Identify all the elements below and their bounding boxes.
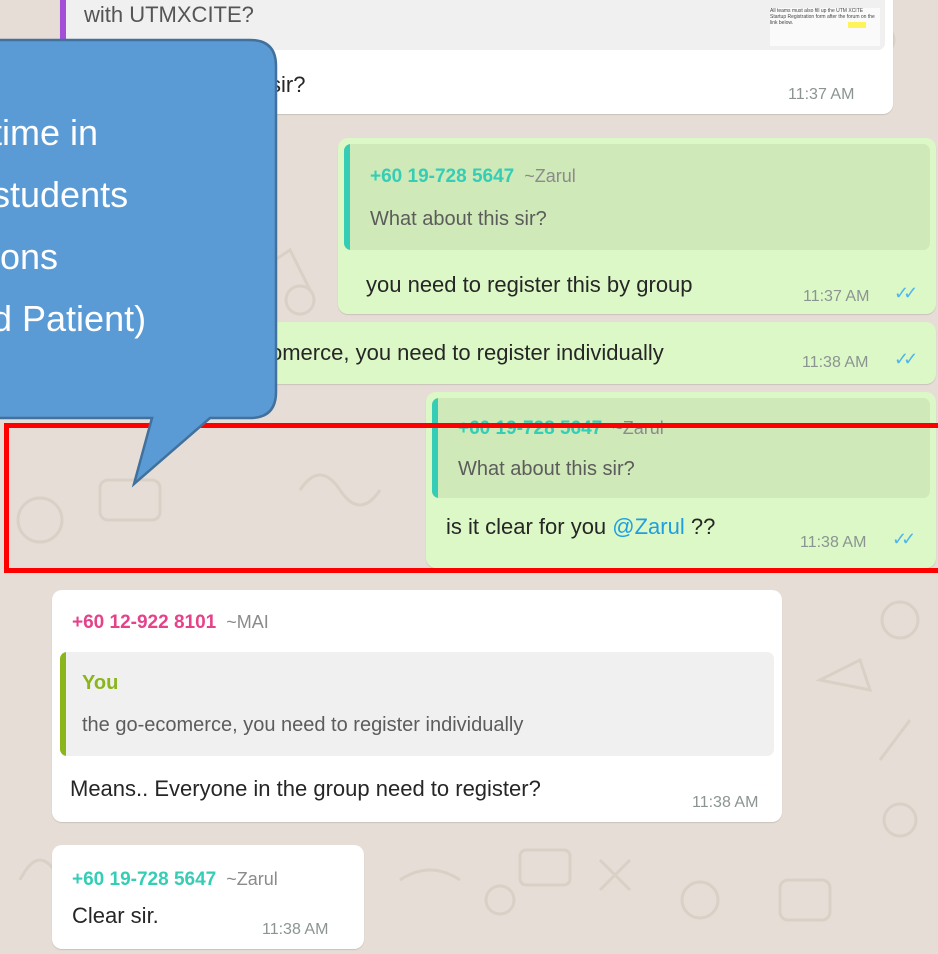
sender-line: +60 19-728 5647 ~Zarul <box>72 869 278 891</box>
callout-line-3: ions <box>0 236 59 277</box>
message-time: 11:38 AM <box>262 921 329 938</box>
message-body: sir? <box>270 72 306 97</box>
callout-line-4: d Patient) <box>0 298 147 339</box>
quoted-message[interactable]: with UTMXCITE? All teams must also fill … <box>60 0 885 50</box>
message-time: 11:37 AM <box>803 288 870 305</box>
quote-accent-bar <box>344 144 350 250</box>
message-body: omerce, you need to register individuall… <box>270 340 664 365</box>
sender-line: +60 12-922 8101 ~MAI <box>72 612 269 634</box>
message-body: Clear sir. <box>72 903 159 928</box>
message-incoming-zarul[interactable]: +60 19-728 5647 ~Zarul Clear sir. 11:38 A… <box>52 845 364 949</box>
quote-sender-line: +60 19-728 5647 ~Zarul <box>370 166 576 188</box>
message-outgoing-reply-group[interactable]: +60 19-728 5647 ~Zarul What about this si… <box>338 138 936 314</box>
read-receipt-icon: ✓✓ <box>894 283 918 303</box>
highlight-box <box>4 423 938 573</box>
message-incoming-top[interactable]: with UTMXCITE? All teams must also fill … <box>60 0 893 114</box>
quote-sender-number: +60 19-728 5647 <box>370 166 515 187</box>
quote-text: the go-ecomerce, you need to register in… <box>82 714 524 736</box>
callout-line-2: students <box>0 174 129 215</box>
sender-name: ~Zarul <box>226 869 278 889</box>
quote-sender-name: ~Zarul <box>524 166 576 186</box>
message-outgoing-register-individually[interactable]: omerce, you need to register individuall… <box>240 322 936 384</box>
sender-number[interactable]: +60 12-922 8101 <box>72 612 216 633</box>
quote-text: What about this sir? <box>370 208 547 230</box>
quote-accent-bar <box>60 0 66 50</box>
message-body: you need to register this by group <box>366 272 693 297</box>
thumbnail-highlight <box>848 22 866 28</box>
quoted-message[interactable]: +60 19-728 5647 ~Zarul What about this si… <box>344 144 930 250</box>
sender-number[interactable]: +60 19-728 5647 <box>72 869 216 890</box>
sender-name: ~MAI <box>226 612 269 632</box>
message-time: 11:37 AM <box>788 86 855 103</box>
quote-accent-bar <box>60 652 66 756</box>
quote-text: with UTMXCITE? <box>84 2 254 27</box>
quoted-message[interactable]: You the go-ecomerce, you need to registe… <box>60 652 774 756</box>
read-receipt-icon: ✓✓ <box>894 349 918 369</box>
callout-line-1: time in <box>0 112 99 153</box>
message-body: Means.. Everyone in the group need to re… <box>70 776 541 801</box>
document-thumbnail[interactable]: All teams must also fill up the UTM XCIT… <box>770 8 880 46</box>
message-time: 11:38 AM <box>692 794 759 811</box>
message-incoming-mai[interactable]: +60 12-922 8101 ~MAI You the go-ecomerce,… <box>52 590 782 822</box>
callout-text-block: time in students ions d Patient) <box>0 112 276 372</box>
quote-sender: You <box>82 672 119 694</box>
message-time: 11:38 AM <box>802 354 869 371</box>
